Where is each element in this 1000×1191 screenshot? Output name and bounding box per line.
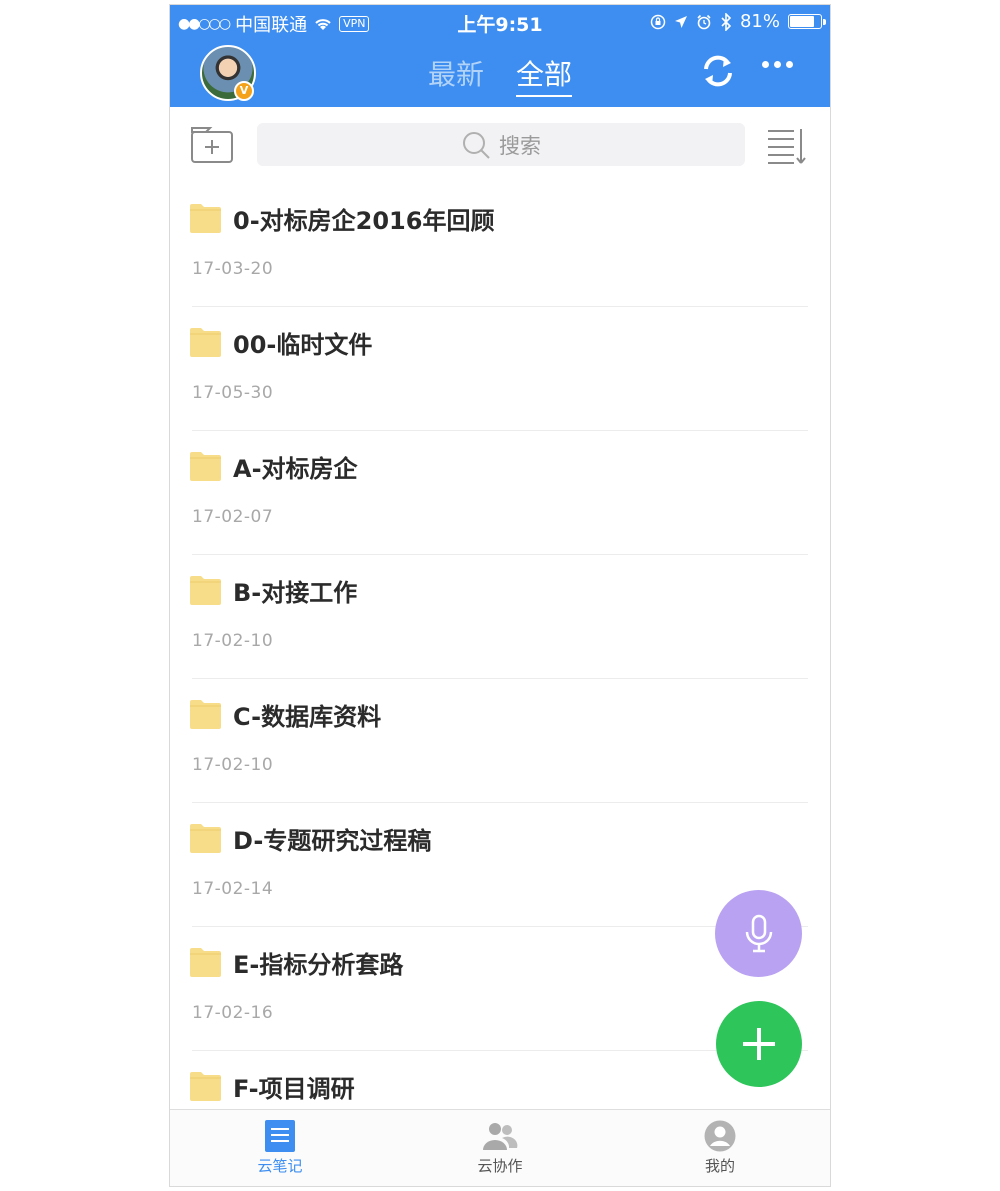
orientation-lock-icon [650, 14, 666, 29]
folder-date: 17-05-30 [192, 383, 274, 403]
alarm-icon [697, 14, 711, 29]
tab-cloud-notes[interactable]: 云笔记 [170, 1110, 390, 1186]
toolbar: 搜索 [170, 107, 830, 183]
plus-icon [743, 1028, 775, 1060]
people-icon [483, 1123, 518, 1150]
search-input[interactable]: 搜索 [257, 123, 745, 166]
folder-name: B-对接工作 [233, 579, 358, 607]
list-item[interactable]: 0-对标房企2016年回顾 17-03-20 [170, 183, 830, 307]
folder-date: 17-02-07 [192, 507, 274, 527]
folder-date: 17-02-10 [192, 631, 274, 651]
microphone-icon [745, 914, 772, 952]
tabbar-label: 我的 [704, 1157, 735, 1175]
folder-icon [190, 204, 221, 233]
folder-icon [190, 824, 221, 853]
tabbar-label: 云笔记 [257, 1157, 303, 1175]
battery-percent: 81% [739, 11, 780, 32]
folder-date: 17-03-20 [192, 259, 274, 279]
phone-screen: ●●○○○ 中国联通 VPN 上午9:51 81% V 最新 全部 搜索 0-对… [169, 4, 831, 1187]
vip-badge: V [234, 81, 254, 101]
search-placeholder: 搜索 [499, 133, 541, 158]
folder-name: D-专题研究过程稿 [233, 827, 432, 855]
status-right: 81% [650, 11, 826, 32]
tabbar-label: 云协作 [477, 1157, 523, 1175]
folder-icon [190, 948, 221, 977]
list-item[interactable]: C-数据库资料 17-02-10 [170, 679, 830, 803]
sort-icon[interactable] [766, 127, 808, 165]
folder-icon [190, 452, 221, 481]
profile-icon [704, 1120, 736, 1152]
folder-name: C-数据库资料 [233, 703, 382, 731]
folder-date: 17-02-10 [192, 755, 274, 775]
folder-name: F-项目调研 [233, 1075, 355, 1103]
search-icon [463, 131, 490, 159]
folder-date: 17-02-14 [192, 879, 274, 899]
location-icon [674, 15, 687, 28]
more-icon[interactable] [762, 61, 793, 68]
folder-name: 00-临时文件 [233, 331, 373, 359]
add-note-button[interactable] [716, 1001, 802, 1087]
battery-fill [790, 16, 815, 27]
folder-icon [190, 1072, 221, 1101]
list-item[interactable]: A-对标房企 17-02-07 [170, 431, 830, 555]
tab-cloud-collab[interactable]: 云协作 [390, 1110, 610, 1186]
bluetooth-icon [721, 12, 732, 31]
new-folder-icon[interactable] [190, 126, 234, 164]
folder-name: A-对标房企 [233, 455, 358, 483]
refresh-icon[interactable] [698, 51, 738, 91]
folder-name: 0-对标房企2016年回顾 [233, 207, 495, 235]
list-item[interactable]: B-对接工作 17-02-10 [170, 555, 830, 679]
voice-note-button[interactable] [715, 890, 802, 977]
tab-all[interactable]: 全部 [516, 53, 573, 97]
bottom-tabbar: 云笔记 云协作 我的 [170, 1109, 830, 1186]
status-bar: ●●○○○ 中国联通 VPN 上午9:51 81% [170, 5, 830, 39]
list-item[interactable]: 00-临时文件 17-05-30 [170, 307, 830, 431]
folder-icon [190, 700, 221, 729]
folder-icon [190, 328, 221, 357]
note-icon [265, 1120, 295, 1152]
tab-mine[interactable]: 我的 [610, 1110, 830, 1186]
folder-icon [190, 576, 221, 605]
app-header: ●●○○○ 中国联通 VPN 上午9:51 81% V 最新 全部 [170, 5, 830, 107]
folder-date: 17-02-16 [192, 1003, 274, 1023]
battery-icon [788, 14, 826, 29]
folder-name: E-指标分析套路 [233, 951, 404, 979]
tab-latest[interactable]: 最新 [428, 53, 484, 93]
